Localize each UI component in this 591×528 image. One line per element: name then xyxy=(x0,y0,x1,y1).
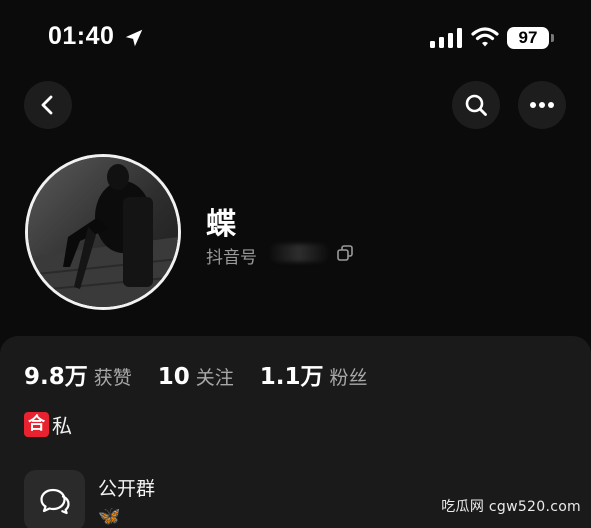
stat-likes-value: 9.8万 xyxy=(24,364,88,390)
profile-bio: 合 私 xyxy=(24,410,72,439)
avatar[interactable] xyxy=(25,154,181,310)
group-title[interactable]: 公开群 xyxy=(98,474,155,501)
group-chat-button[interactable] xyxy=(24,470,85,528)
stat-followers-value: 1.1万 xyxy=(259,364,324,390)
stat-following-label: 关注 xyxy=(195,367,234,389)
avatar-image xyxy=(28,157,178,307)
stat-followers-label: 粉丝 xyxy=(329,367,368,389)
more-horizontal-icon xyxy=(530,102,554,108)
wifi-icon xyxy=(471,27,499,47)
cellular-signal-icon xyxy=(430,28,462,48)
battery-tip xyxy=(551,34,554,42)
search-icon xyxy=(465,94,487,116)
profile-stats: 9.8万 获赞 10 关注 1.1万 粉丝 xyxy=(24,357,394,391)
more-button[interactable] xyxy=(518,81,566,129)
battery-level: 97 xyxy=(507,27,549,49)
douyin-id-value xyxy=(268,244,330,262)
profile-nickname: 蝶 xyxy=(206,207,236,242)
status-time: 01:40 xyxy=(48,22,115,50)
location-arrow-icon xyxy=(125,29,143,47)
status-bar: 01:40 97 xyxy=(0,0,591,72)
stat-following-value: 10 xyxy=(157,364,190,390)
copy-icon[interactable] xyxy=(337,245,353,261)
chat-bubbles-icon xyxy=(39,488,70,514)
bio-text: 私 xyxy=(52,414,72,438)
chevron-left-icon xyxy=(41,95,53,115)
watermark: 吃瓜网 cgw520.com xyxy=(441,499,581,515)
group-subtitle: 🦋 xyxy=(98,506,121,527)
stat-likes: 9.8万 获赞 xyxy=(24,357,132,391)
stat-following[interactable]: 10 关注 xyxy=(158,363,234,390)
profile-screen: 01:40 97 蝶 抖音号 9.8万 获赞 10 关注 1.1万 粉丝 合 私… xyxy=(0,0,591,528)
stat-likes-label: 获赞 xyxy=(93,367,132,389)
stat-followers[interactable]: 1.1万 粉丝 xyxy=(260,357,368,391)
back-button[interactable] xyxy=(24,81,72,129)
douyin-id-label: 抖音号 xyxy=(206,248,257,268)
he-badge: 合 xyxy=(24,412,49,437)
search-button[interactable] xyxy=(452,81,500,129)
